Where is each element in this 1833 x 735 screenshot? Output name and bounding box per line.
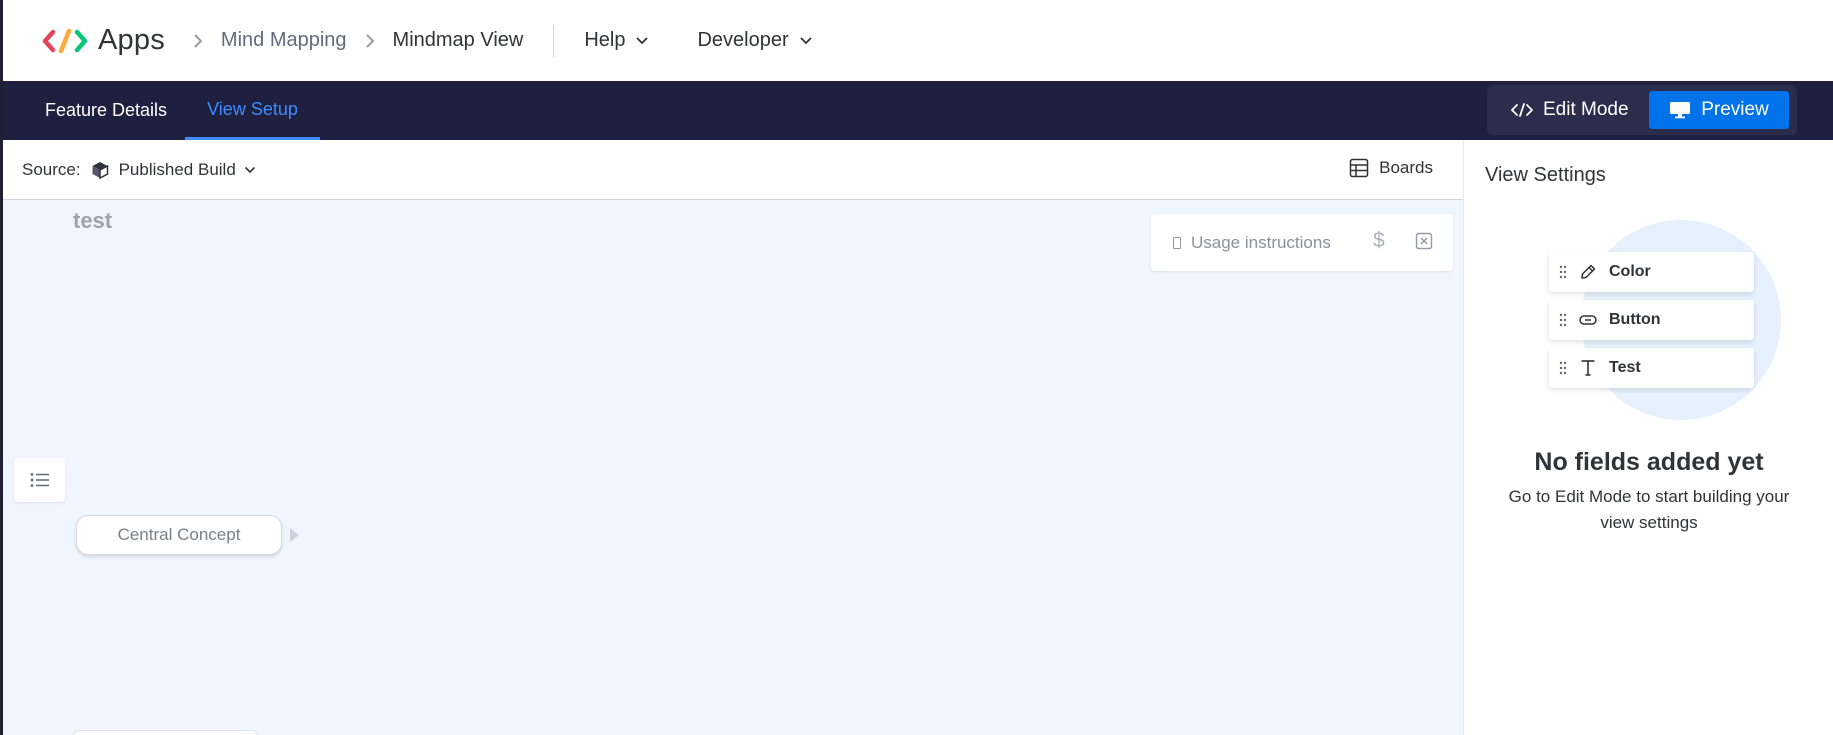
canvas-title: test bbox=[73, 208, 113, 233]
monitor-icon bbox=[1670, 102, 1691, 119]
drag-handle-icon bbox=[1559, 313, 1567, 327]
app-title: Apps bbox=[98, 24, 165, 56]
chevron-down-icon bbox=[244, 166, 256, 174]
dollar-icon[interactable]: $ bbox=[1373, 229, 1385, 253]
empty-state-illustration: Color Button Test bbox=[1549, 220, 1789, 425]
mindmap-canvas[interactable]: test Usage instructions $ Central Concep… bbox=[3, 200, 1463, 735]
field-card-button: Button bbox=[1549, 300, 1754, 340]
breadcrumb-chevron-icon bbox=[193, 33, 203, 49]
help-menu[interactable]: Help bbox=[584, 29, 649, 52]
preview-button[interactable]: Preview bbox=[1649, 91, 1789, 129]
developer-menu[interactable]: Developer bbox=[697, 29, 812, 52]
usage-instructions-label: Usage instructions bbox=[1191, 232, 1331, 252]
field-card-test: Test bbox=[1549, 348, 1754, 388]
field-card-color: Color bbox=[1549, 252, 1754, 292]
breadcrumb-chevron-icon bbox=[365, 33, 375, 49]
breadcrumb-mindmap-view[interactable]: Mindmap View bbox=[393, 29, 524, 52]
source-dropdown[interactable]: Published Build bbox=[91, 160, 256, 180]
edit-mode-label: Edit Mode bbox=[1543, 99, 1629, 120]
outline-toggle-button[interactable] bbox=[14, 458, 65, 502]
mode-switch: Edit Mode Preview bbox=[1487, 85, 1797, 135]
chevron-down-icon bbox=[799, 36, 813, 45]
boards-button[interactable]: Boards bbox=[1349, 158, 1433, 178]
table-icon bbox=[1349, 158, 1369, 178]
info-box-icon bbox=[1173, 236, 1181, 249]
chevron-down-icon bbox=[635, 36, 649, 45]
partial-node[interactable] bbox=[72, 730, 259, 735]
view-settings-title: View Settings bbox=[1485, 164, 1606, 186]
button-pill-icon bbox=[1577, 314, 1599, 326]
edit-mode-button[interactable]: Edit Mode bbox=[1511, 91, 1629, 129]
usage-instructions-card[interactable]: Usage instructions $ bbox=[1151, 214, 1453, 271]
expand-node-arrow-icon[interactable] bbox=[290, 528, 299, 542]
window-left-edge bbox=[0, 0, 3, 735]
text-icon bbox=[1577, 359, 1599, 377]
central-concept-node[interactable]: Central Concept bbox=[76, 515, 282, 555]
tab-view-setup[interactable]: View Setup bbox=[185, 81, 320, 140]
breadcrumb-mind-mapping[interactable]: Mind Mapping bbox=[221, 29, 347, 52]
close-box-icon[interactable] bbox=[1415, 232, 1433, 255]
field-name: Color bbox=[1609, 263, 1651, 280]
feature-nav-bar: Feature Details View Setup Edit Mode Pre… bbox=[3, 81, 1833, 140]
source-label: Source: bbox=[22, 159, 81, 179]
empty-state-title: No fields added yet bbox=[1534, 448, 1764, 476]
drag-handle-icon bbox=[1559, 361, 1567, 375]
top-header: Apps Mind Mapping Mindmap View Help Deve… bbox=[3, 0, 1833, 81]
code-icon bbox=[1511, 103, 1533, 117]
code-logo-icon bbox=[42, 28, 88, 53]
boards-label: Boards bbox=[1379, 158, 1433, 177]
help-menu-label: Help bbox=[584, 29, 626, 51]
drag-handle-icon bbox=[1559, 265, 1567, 279]
apps-logo[interactable]: Apps bbox=[42, 24, 165, 57]
field-name: Test bbox=[1609, 359, 1641, 376]
developer-menu-label: Developer bbox=[697, 29, 789, 51]
empty-state-description: Go to Edit Mode to start building your v… bbox=[1508, 487, 1790, 532]
source-bar: Source: Published Build Boards bbox=[3, 140, 1463, 200]
preview-label: Preview bbox=[1701, 99, 1769, 120]
field-name: Button bbox=[1609, 311, 1661, 328]
view-settings-panel: View Settings Color Button Test No field… bbox=[1463, 140, 1833, 735]
list-icon bbox=[30, 473, 49, 487]
source-value: Published Build bbox=[118, 159, 236, 179]
header-divider bbox=[553, 24, 555, 57]
cube-icon bbox=[91, 161, 109, 179]
eyedropper-icon bbox=[1577, 263, 1599, 281]
tab-feature-details[interactable]: Feature Details bbox=[45, 81, 167, 140]
